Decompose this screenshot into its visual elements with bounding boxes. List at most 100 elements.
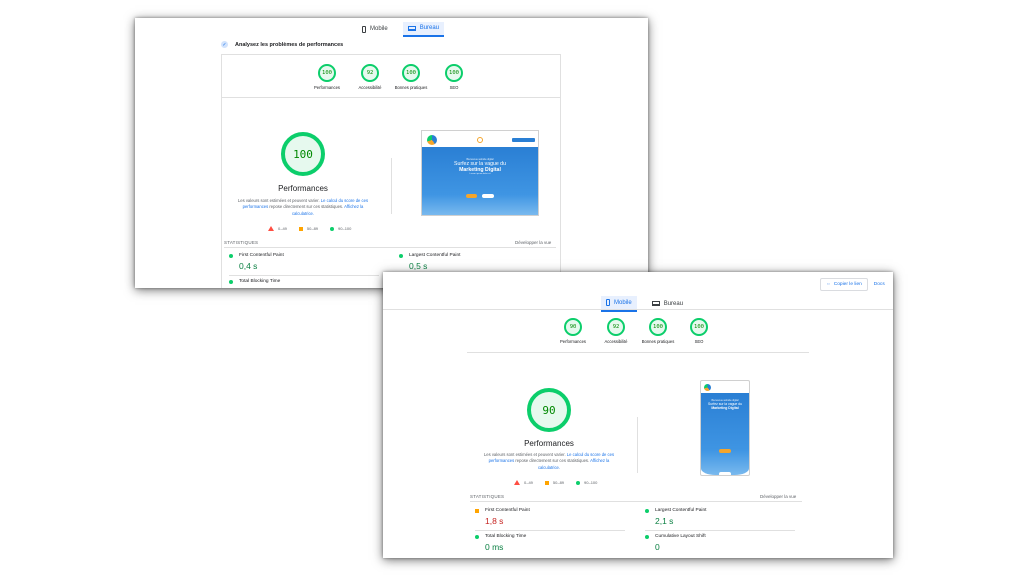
gauge-label: Performances <box>559 339 587 344</box>
copy-link-label: Copier le lien <box>833 282 862 287</box>
site-menu-icon <box>477 137 483 143</box>
stats-heading: STATISTIQUES <box>470 494 505 499</box>
gauge-best-practices[interactable]: 100 Bonnes pratiques <box>635 318 681 344</box>
main-score-gauge: 100 <box>281 132 325 176</box>
mobile-report-window: ⇔ Copier le lien Docs Mobile Bureau 90 P… <box>383 272 893 558</box>
divider <box>467 352 809 353</box>
site-cta <box>512 138 535 142</box>
gauge-best-practices[interactable]: 100 Bonnes pratiques <box>388 64 434 90</box>
gauge-score: 90 <box>564 318 582 336</box>
desc-text: Les valeurs sont estimées et peuvent var… <box>483 452 566 457</box>
desc-text: repose directement sur ces statistiques. <box>515 458 590 464</box>
legend-label: 50–89 <box>306 226 319 231</box>
legend-average: 50–89 <box>544 480 565 485</box>
hero-button-primary <box>466 194 478 199</box>
pass-circle-icon <box>229 279 233 284</box>
metric-name: Largest Contentful Paint <box>655 508 707 513</box>
desc-text: Les valeurs sont estimées et peuvent var… <box>237 198 320 203</box>
tab-mobile[interactable]: Mobile <box>357 22 393 37</box>
gauge-performance[interactable]: 100 Performances <box>304 64 350 90</box>
site-hero: Bienvenue website digital Surfez sur la … <box>422 147 538 215</box>
divider <box>383 309 893 310</box>
main-score-gauge: 90 <box>527 388 571 432</box>
divider <box>475 530 625 531</box>
performance-title: Performances <box>278 184 328 193</box>
legend-label: 0–49 <box>278 226 287 231</box>
gauge-accessibility[interactable]: 92 Accessibilité <box>593 318 639 344</box>
divider <box>637 417 638 473</box>
gauge-score: 100 <box>318 64 336 82</box>
pass-circle-icon <box>399 253 403 258</box>
legend-fail: 0–49 <box>268 226 287 231</box>
gauge-accessibility[interactable]: 92 Accessibilité <box>347 64 393 90</box>
gauge-score: 100 <box>649 318 667 336</box>
metric-fcp: First Contentful Paint 1,8 s <box>475 508 625 531</box>
tab-label: Mobile <box>370 26 388 32</box>
metric-name: Largest Contentful Paint <box>409 253 461 258</box>
metric-value: 1,8 s <box>485 516 504 526</box>
link-icon: ⇔ <box>826 282 831 287</box>
pass-circle-icon <box>475 534 479 539</box>
divider <box>229 275 379 276</box>
hero-buttons <box>422 183 538 201</box>
legend-average: 50–89 <box>298 226 319 231</box>
divider <box>221 97 561 98</box>
phone-icon <box>362 25 366 33</box>
hero-button-secondary <box>481 194 494 199</box>
legend-pass: 90–100 <box>576 480 597 485</box>
laptop-icon <box>651 301 660 306</box>
expand-view-button[interactable]: Développer la vue <box>515 240 551 245</box>
gauge-score: 100 <box>445 64 463 82</box>
desktop-report-window: Mobile Bureau ✓ Analysez les problèmes d… <box>135 18 648 288</box>
pass-circle-icon <box>645 534 649 539</box>
metric-value: 0 <box>655 542 660 552</box>
legend-label: 90–100 <box>338 226 352 231</box>
triangle-icon <box>514 480 520 485</box>
pass-circle-icon <box>229 253 233 258</box>
legend-fail: 0–49 <box>514 480 533 485</box>
hero-button-primary <box>719 449 731 453</box>
gauge-score: 100 <box>402 64 420 82</box>
gauge-seo[interactable]: 100 SEO <box>431 64 477 90</box>
divider <box>224 247 556 248</box>
metric-tbt: Total Blocking Time <box>229 279 379 284</box>
hero-buttons-secondary <box>701 461 749 475</box>
metric-cls: Cumulative Layout Shift 0 <box>645 534 795 552</box>
hero-title-2: Marketing Digital <box>711 406 739 410</box>
page-screenshot-desktop: Bienvenue website digital Surfez sur la … <box>421 130 539 216</box>
performance-description: Les valeurs sont estimées et peuvent var… <box>233 198 373 217</box>
performance-description: Les valeurs sont estimées et peuvent var… <box>479 452 619 471</box>
divider <box>470 501 802 502</box>
gauge-label: SEO <box>694 339 704 344</box>
legend-label: 50–89 <box>552 480 565 485</box>
card-border <box>560 54 561 288</box>
divider <box>645 530 795 531</box>
check-icon: ✓ <box>221 41 228 48</box>
score-legend: 0–49 50–89 90–100 <box>268 226 351 231</box>
docs-link[interactable]: Docs <box>874 282 885 287</box>
divider <box>221 54 561 55</box>
copy-link-button[interactable]: ⇔ Copier le lien <box>820 278 868 291</box>
legend-label: 0–49 <box>524 480 533 485</box>
metric-name: First Contentful Paint <box>239 253 284 258</box>
site-logo <box>427 135 437 145</box>
circle-icon <box>330 226 335 231</box>
divider <box>391 158 392 214</box>
site-logo <box>704 384 711 391</box>
device-tabs: Mobile Bureau <box>357 22 445 37</box>
pass-circle-icon <box>645 508 649 513</box>
metric-value: 2,1 s <box>655 516 674 526</box>
gauge-label: Accessibilité <box>358 85 382 90</box>
expand-view-button[interactable]: Développer la vue <box>760 494 796 499</box>
metric-name: Total Blocking Time <box>239 279 281 284</box>
gauge-performance[interactable]: 90 Performances <box>550 318 596 344</box>
site-hero: Bienvenue website digital Surfez sur la … <box>701 393 749 475</box>
stats-heading: STATISTIQUES <box>224 240 259 245</box>
gauge-score: 92 <box>607 318 625 336</box>
tab-desktop[interactable]: Bureau <box>402 22 445 37</box>
circle-icon <box>576 480 581 485</box>
legend-pass: 90–100 <box>330 226 351 231</box>
tab-label: Bureau <box>419 25 440 31</box>
gauge-seo[interactable]: 100 SEO <box>676 318 722 344</box>
metric-tbt: Total Blocking Time 0 ms <box>475 534 625 552</box>
